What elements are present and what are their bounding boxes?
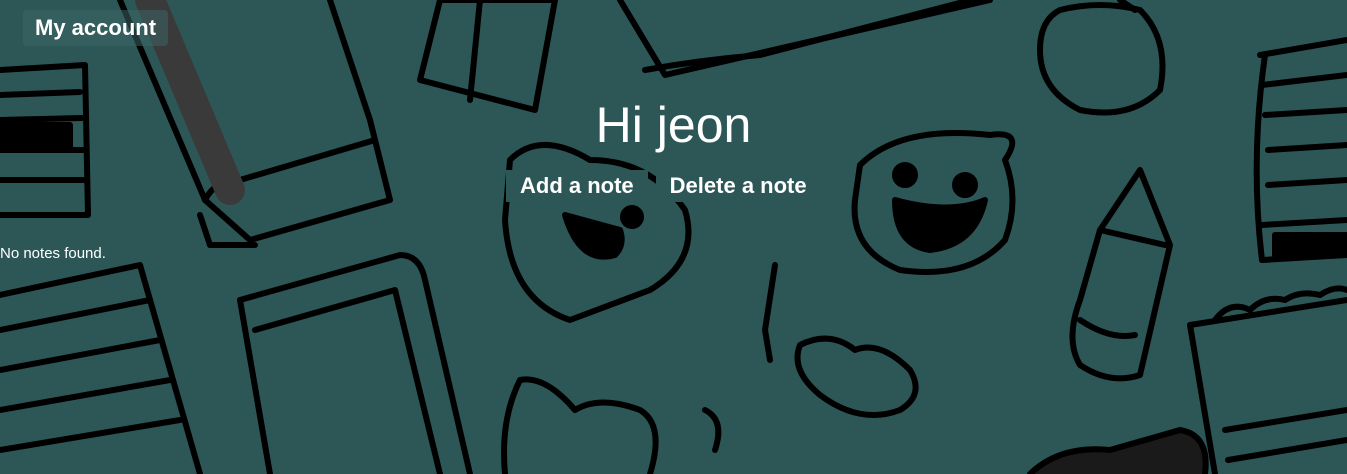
- doodle-background: [0, 0, 1347, 474]
- curve-doodle-icon: [702, 407, 722, 453]
- book-top-icon: [417, 0, 558, 113]
- lips-doodle-icon: [794, 335, 919, 418]
- squiggle-doodle-icon: [762, 262, 778, 363]
- pen-top-icon: [617, 0, 993, 78]
- my-account-button[interactable]: My account: [23, 10, 169, 46]
- empty-notes-message: No notes found.: [0, 245, 106, 262]
- note-actions: Add a note Delete a note: [506, 170, 821, 202]
- notebook-bottom-left-icon: [0, 262, 203, 474]
- add-note-button[interactable]: Add a note: [506, 170, 648, 202]
- notebook-right-icon: [1187, 285, 1347, 474]
- pencil-doodle-icon: [1069, 167, 1173, 382]
- sunglasses-doodle-icon: [1027, 427, 1209, 474]
- heart-bottom-icon: [501, 376, 659, 474]
- delete-note-button[interactable]: Delete a note: [655, 170, 821, 202]
- page-title: Hi jeon: [595, 97, 752, 153]
- tablet-doodle-icon: [237, 252, 473, 474]
